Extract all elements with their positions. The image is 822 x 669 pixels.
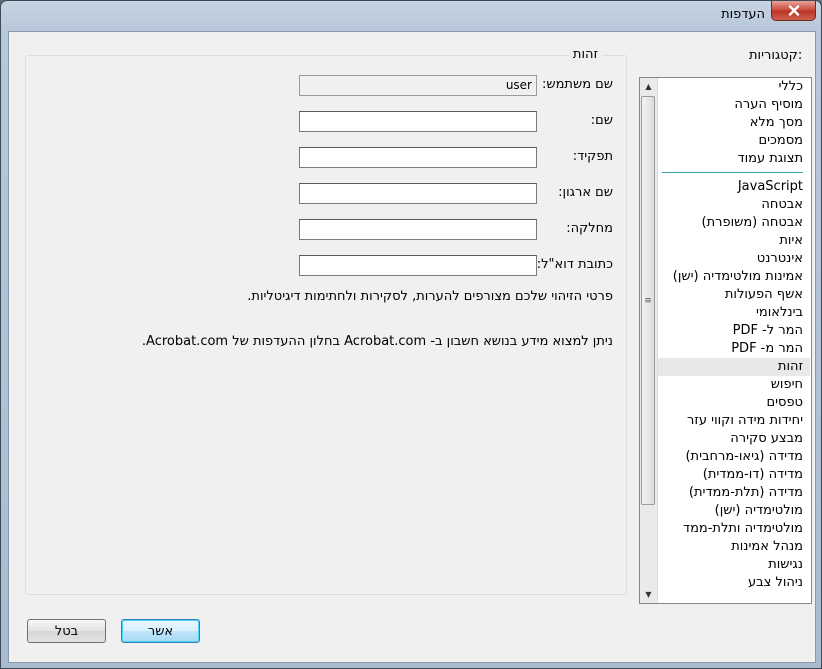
identity-group: זהות שם משתמש: user שם: תפקיד: שם ארגון:…	[25, 47, 627, 595]
name-field[interactable]	[299, 111, 537, 132]
category-item[interactable]: תצוגת עמוד	[658, 150, 810, 168]
category-item[interactable]: מולטימדיה ותלת-ממד	[658, 520, 810, 538]
scroll-up-arrow-icon[interactable]: ▲	[640, 78, 657, 95]
category-item[interactable]: המר מ- PDF	[658, 340, 810, 358]
category-item[interactable]: מולטימדיה (ישן)	[658, 502, 810, 520]
preferences-window: העדפות קטגוריות: ▲ ≡ ▼ כללי מוסיף הערה מסך…	[0, 0, 822, 669]
department-field[interactable]	[299, 219, 537, 240]
department-label: מחלקה:	[566, 221, 613, 236]
category-item[interactable]: אבטחה (משופרת)	[658, 214, 810, 232]
username-label: שם משתמש:	[542, 77, 613, 92]
email-field[interactable]	[299, 255, 537, 276]
title-label: תפקיד:	[572, 149, 613, 164]
organization-field[interactable]	[299, 183, 537, 204]
categories-scrollbar[interactable]: ▲ ≡ ▼	[640, 78, 658, 603]
category-item[interactable]: מסמכים	[658, 132, 810, 150]
category-item[interactable]: יחידות מידה וקווי עזר	[658, 412, 810, 430]
category-item[interactable]: המר ל- PDF	[658, 322, 810, 340]
cancel-button[interactable]: בטל	[27, 619, 106, 643]
category-item[interactable]: נגישות	[658, 556, 810, 574]
category-item[interactable]: מדידה (גיאו-מרחבית)	[658, 448, 810, 466]
name-label: שם:	[590, 113, 613, 128]
scroll-down-arrow-icon[interactable]: ▼	[640, 586, 657, 603]
category-item[interactable]: מסך מלא	[658, 114, 810, 132]
scroll-thumb[interactable]: ≡	[641, 96, 655, 505]
categories-list[interactable]: ▲ ≡ ▼ כללי מוסיף הערה מסך מלא מסמכים תצוגת ע…	[639, 77, 812, 604]
category-item[interactable]: אמינות מולטימדיה (ישן)	[658, 268, 810, 286]
category-item[interactable]: ניהול צבע	[658, 574, 810, 592]
category-item[interactable]: טפסים	[658, 394, 810, 412]
identity-info-text: פרטי הזיהוי שלכם מצורפים להערות, לסקירות…	[247, 289, 613, 304]
window-title: העדפות	[721, 7, 765, 22]
ok-button[interactable]: אשר	[121, 619, 200, 643]
title-bar[interactable]: העדפות	[1, 1, 821, 31]
category-item[interactable]: כללי	[658, 78, 810, 96]
category-item[interactable]: חיפוש	[658, 376, 810, 394]
category-item[interactable]: מנהל אמינות	[658, 538, 810, 556]
category-item[interactable]: זהות	[658, 358, 810, 376]
email-label: כתובת דוא"ל:	[536, 257, 613, 272]
acrobat-account-info-text: ניתן למצוא מידע בנושא חשבון ב- Acrobat.c…	[141, 334, 613, 349]
category-item[interactable]: אבטחה	[658, 196, 810, 214]
username-field[interactable]: user	[299, 75, 537, 96]
category-item[interactable]: בינלאומי	[658, 304, 810, 322]
category-item[interactable]: מבצע סקירה	[658, 430, 810, 448]
close-button[interactable]	[771, 1, 816, 21]
category-item[interactable]: איות	[658, 232, 810, 250]
category-item[interactable]: מוסיף הערה	[658, 96, 810, 114]
categories-label: קטגוריות:	[749, 48, 803, 63]
category-item[interactable]: מדידה (תלת-ממדית)	[658, 484, 810, 502]
identity-group-title: זהות	[568, 47, 602, 62]
category-item[interactable]: מדידה (דו-ממדית)	[658, 466, 810, 484]
category-separator	[658, 168, 810, 178]
category-item[interactable]: אשף הפעולות	[658, 286, 810, 304]
category-item[interactable]: אינטרנט	[658, 250, 810, 268]
categories-items: כללי מוסיף הערה מסך מלא מסמכים תצוגת עמוד Jav…	[658, 78, 810, 592]
category-item[interactable]: JavaScript	[658, 178, 810, 196]
close-icon	[788, 5, 799, 16]
title-field[interactable]	[299, 147, 537, 168]
dialog-body: קטגוריות: ▲ ≡ ▼ כללי מוסיף הערה מסך מלא מסמ…	[8, 31, 816, 663]
organization-label: שם ארגון:	[558, 185, 613, 200]
